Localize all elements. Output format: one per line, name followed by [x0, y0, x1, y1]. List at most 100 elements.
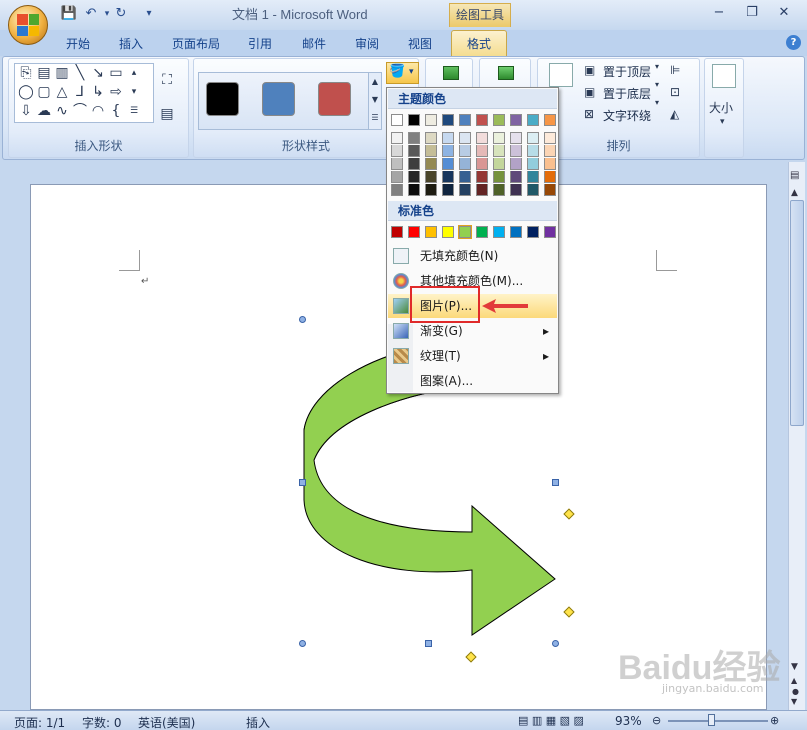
textbox-shape-icon[interactable]: ⎘ [17, 65, 35, 81]
theme-shade-swatch[interactable] [527, 184, 539, 196]
rounded-rect-icon[interactable]: ▢ [35, 84, 53, 100]
theme-shade-swatch[interactable] [476, 184, 488, 196]
theme-shade-swatch[interactable] [391, 145, 403, 157]
theme-shade-swatch[interactable] [459, 158, 471, 170]
shape-fill-button[interactable]: 🪣 ▾ [386, 62, 419, 84]
theme-shade-swatch[interactable] [476, 171, 488, 183]
minimize-icon[interactable]: − [709, 5, 729, 21]
draw-textbox-icon[interactable]: ▤ [158, 106, 176, 122]
theme-shade-swatch[interactable] [510, 171, 522, 183]
oval-icon[interactable]: ◯ [17, 84, 35, 100]
3d-effects-icon[interactable] [498, 66, 514, 80]
line-icon[interactable]: ╲ [71, 65, 89, 81]
arrange-dropdowns-icon[interactable]: ▾ ▾ ▾ [655, 62, 659, 107]
shadow-effects-icon[interactable] [443, 66, 459, 80]
theme-shade-swatch[interactable] [442, 171, 454, 183]
tab-view[interactable]: 视图 [408, 34, 432, 54]
theme-color-swatch[interactable] [510, 114, 522, 126]
scroll-down-icon[interactable]: ▾ [125, 84, 143, 100]
tab-review[interactable]: 审阅 [355, 34, 379, 54]
theme-shade-swatch[interactable] [425, 132, 437, 144]
theme-shade-swatch[interactable] [527, 158, 539, 170]
theme-shade-swatch[interactable] [510, 184, 522, 196]
theme-shade-swatch[interactable] [442, 145, 454, 157]
size-chevron-icon[interactable]: ▾ [720, 117, 725, 127]
theme-shade-swatch[interactable] [476, 132, 488, 144]
theme-color-swatch[interactable] [493, 114, 505, 126]
fill-option-pattern[interactable]: 图案(A)... [388, 369, 557, 393]
theme-shade-swatch[interactable] [459, 145, 471, 157]
send-to-back-button[interactable]: 置于底层 [603, 85, 651, 102]
restore-icon[interactable]: ❐ [742, 5, 762, 21]
scroll-thumb[interactable] [790, 200, 804, 426]
tab-mailings[interactable]: 邮件 [302, 34, 326, 54]
tab-references[interactable]: 引用 [248, 34, 272, 54]
theme-shade-swatch[interactable] [527, 132, 539, 144]
styles-gallery-scroll[interactable]: ▲ ▼ ☰ [368, 72, 382, 130]
down-arrow-icon[interactable]: ⇩ [17, 103, 35, 119]
theme-color-swatch[interactable] [408, 114, 420, 126]
rectangle-icon[interactable]: ▭ [107, 65, 125, 81]
standard-color-swatch[interactable] [425, 226, 437, 238]
theme-shade-swatch[interactable] [391, 184, 403, 196]
textbox-horizontal-icon[interactable]: ▤ [35, 65, 53, 81]
triangle-icon[interactable]: △ [53, 84, 71, 100]
theme-shade-swatch[interactable] [408, 145, 420, 157]
edit-points-icon[interactable]: ⛶ [158, 72, 176, 88]
theme-shade-swatch[interactable] [510, 132, 522, 144]
resize-handle-top-left[interactable] [299, 316, 306, 323]
customize-toolbar-icon[interactable]: ▾ [140, 6, 158, 22]
theme-shade-swatch[interactable] [476, 158, 488, 170]
fill-option-no-fill[interactable]: 无填充颜色(N) [388, 244, 557, 268]
arrow-line-icon[interactable]: ↘ [89, 65, 107, 81]
theme-shade-swatch[interactable] [510, 145, 522, 157]
scroll-down-arrow-icon[interactable]: ▼ [791, 662, 798, 672]
standard-color-swatch[interactable] [458, 225, 472, 239]
redo-icon[interactable]: ↻ [112, 6, 130, 22]
scroll-up-icon[interactable]: ▴ [125, 65, 143, 81]
theme-color-swatch[interactable] [459, 114, 471, 126]
elbow-arrow-icon[interactable]: ↳ [89, 84, 107, 100]
save-icon[interactable]: 💾 [60, 6, 78, 22]
resize-handle-bottom-right[interactable] [552, 640, 559, 647]
rotate-icon[interactable]: ◭ [670, 107, 679, 121]
theme-shade-swatch[interactable] [493, 145, 505, 157]
browse-object-icon[interactable]: ● [792, 687, 799, 696]
view-buttons-icon[interactable]: ▤ ▥ ▦ ▧ ▨ [518, 714, 584, 727]
theme-shade-swatch[interactable] [391, 132, 403, 144]
tab-insert[interactable]: 插入 [119, 34, 143, 54]
style-swatch-black[interactable] [206, 82, 239, 116]
theme-shade-swatch[interactable] [493, 158, 505, 170]
ruler-toggle-icon[interactable]: ▤ [790, 170, 799, 181]
zoom-slider-track[interactable] [668, 720, 768, 722]
theme-shade-swatch[interactable] [510, 158, 522, 170]
theme-shade-swatch[interactable] [544, 145, 556, 157]
page-count[interactable]: 页面: 1/1 [14, 714, 65, 730]
standard-color-swatch[interactable] [544, 226, 556, 238]
theme-color-swatch[interactable] [425, 114, 437, 126]
theme-shade-swatch[interactable] [408, 171, 420, 183]
theme-shade-swatch[interactable] [425, 171, 437, 183]
theme-shade-swatch[interactable] [527, 171, 539, 183]
theme-shade-swatch[interactable] [391, 171, 403, 183]
standard-color-swatch[interactable] [408, 226, 420, 238]
theme-shade-swatch[interactable] [408, 158, 420, 170]
zoom-slider-thumb[interactable] [708, 714, 715, 726]
standard-color-swatch[interactable] [493, 226, 505, 238]
group-icon[interactable]: ⊡ [670, 85, 680, 99]
theme-shade-swatch[interactable] [442, 132, 454, 144]
resize-handle-right[interactable] [552, 479, 559, 486]
theme-shade-swatch[interactable] [476, 145, 488, 157]
standard-color-swatch[interactable] [391, 226, 403, 238]
align-icon[interactable]: ⊫ [670, 63, 680, 77]
tab-page-layout[interactable]: 页面布局 [172, 34, 220, 54]
theme-shade-swatch[interactable] [391, 158, 403, 170]
theme-shade-swatch[interactable] [408, 132, 420, 144]
theme-color-swatch[interactable] [442, 114, 454, 126]
tab-format[interactable]: 格式 [451, 30, 507, 57]
scroll-up-arrow-icon[interactable]: ▲ [791, 188, 798, 198]
language-indicator[interactable]: 英语(美国) [138, 714, 195, 730]
theme-shade-swatch[interactable] [493, 171, 505, 183]
zoom-in-icon[interactable]: ⊕ [770, 714, 779, 727]
theme-shade-swatch[interactable] [544, 132, 556, 144]
